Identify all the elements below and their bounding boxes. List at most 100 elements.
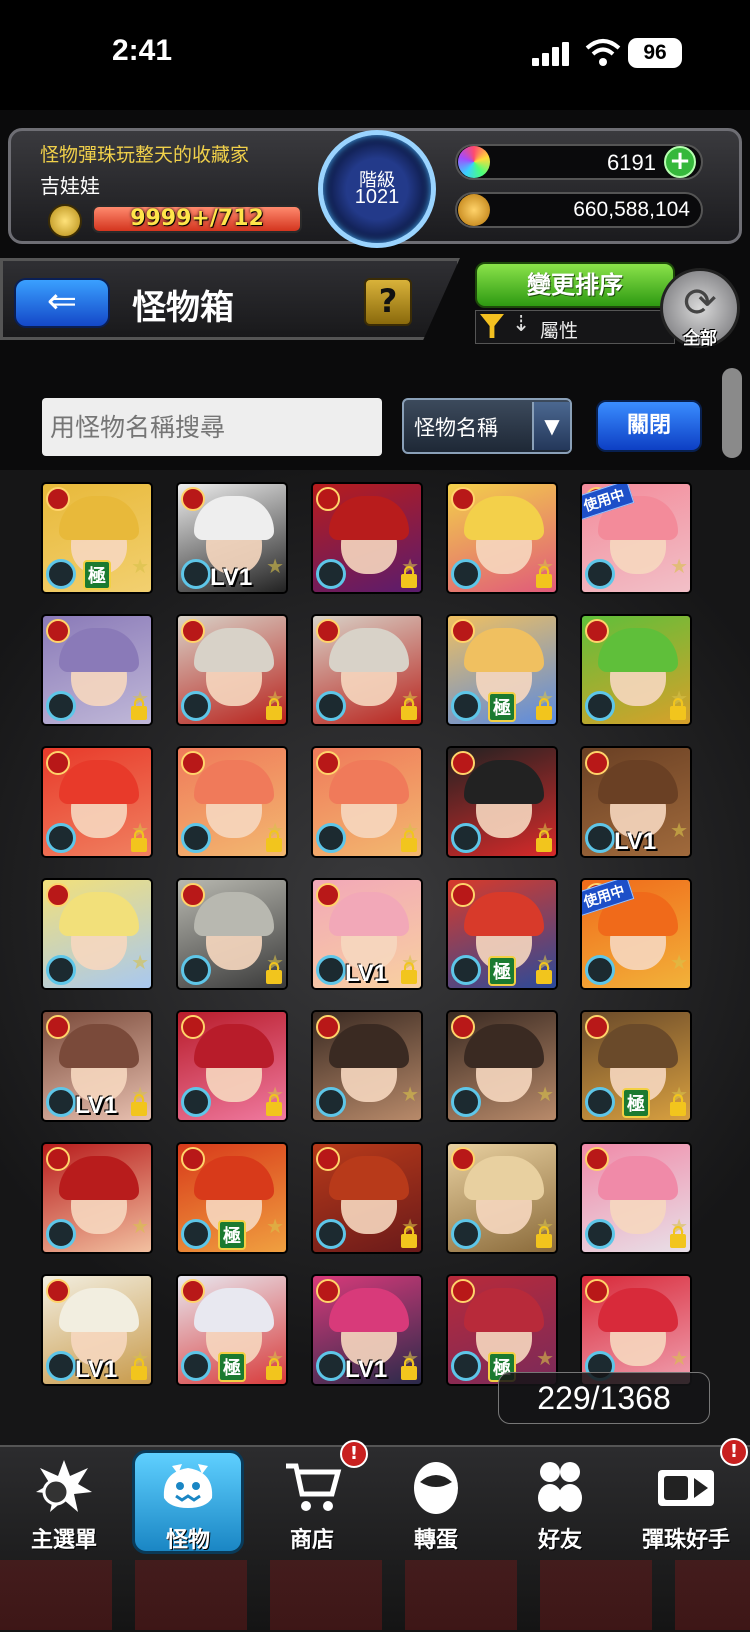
monster-card[interactable]: ★ [446, 746, 558, 858]
fire-element-icon [451, 883, 475, 907]
portrait-hair [329, 892, 409, 936]
buy-orbs-button[interactable]: + [664, 146, 696, 178]
help-button[interactable]: ? [364, 278, 412, 326]
monster-card[interactable]: ★LV1 [311, 1274, 423, 1386]
card-icon [658, 1470, 714, 1506]
nav-shop[interactable]: 商店 ! [252, 1440, 372, 1555]
chevron-down-icon[interactable]: ▼ [532, 402, 570, 450]
nav-label: 怪物 [165, 1528, 210, 1553]
type-icon [451, 1219, 481, 1249]
monster-card[interactable]: ★ [41, 746, 153, 858]
monster-card[interactable]: ★ [41, 1142, 153, 1254]
extreme-badge: 極 [83, 560, 111, 590]
type-icon [585, 955, 615, 985]
monster-card[interactable]: ★ [446, 1142, 558, 1254]
fire-element-icon [585, 1015, 609, 1039]
type-icon [316, 1219, 346, 1249]
portrait-hair [59, 760, 139, 804]
nav-gacha[interactable]: 轉蛋 [376, 1450, 496, 1555]
monster-card[interactable]: ★極 [446, 614, 558, 726]
monster-card[interactable]: ★ 使用中 [580, 878, 692, 990]
monster-card[interactable]: ★ [580, 1274, 692, 1386]
show-all-label: 全部 [683, 329, 717, 349]
portrait-hair [598, 628, 678, 672]
portrait-hair [194, 760, 274, 804]
back-button[interactable]: ⇐ [14, 278, 110, 328]
clock: 2:41 [112, 34, 173, 67]
monster-card[interactable]: ★極 [580, 1010, 692, 1122]
fire-element-icon [181, 1147, 205, 1171]
lock-icon [131, 1358, 147, 1380]
fire-element-icon [46, 883, 70, 907]
monster-card[interactable]: ★LV1 [580, 746, 692, 858]
fire-element-icon [181, 487, 205, 511]
close-search-button[interactable]: 關閉 [596, 400, 702, 452]
type-icon [181, 559, 211, 589]
type-icon [316, 955, 346, 985]
monster-card[interactable]: ★ [41, 878, 153, 990]
type-icon [46, 1219, 76, 1249]
monster-search-input[interactable] [42, 398, 382, 456]
type-icon [46, 955, 76, 985]
extreme-badge: 極 [488, 692, 516, 722]
portrait-hair [194, 1024, 274, 1068]
monster-card[interactable]: ★極 [176, 1274, 288, 1386]
monster-card[interactable]: ★ [41, 614, 153, 726]
monster-card[interactable]: ★LV1 [311, 878, 423, 990]
nav-main-menu[interactable]: 主選單 [4, 1450, 124, 1555]
monster-card[interactable]: ★ [176, 1010, 288, 1122]
lock-icon [401, 698, 417, 720]
type-icon [585, 1087, 615, 1117]
monster-card[interactable]: ★LV1 [176, 482, 288, 594]
scrollbar[interactable] [722, 368, 742, 458]
monster-card[interactable]: ★ [580, 1142, 692, 1254]
monster-card[interactable]: ★ 使用中 [580, 482, 692, 594]
change-sort-button[interactable]: 變更排序 [475, 262, 675, 308]
star-icon: ★ [266, 554, 284, 578]
monster-card[interactable]: ★ [311, 614, 423, 726]
star-icon: ★ [536, 1082, 554, 1106]
nav-friends[interactable]: 好友 [500, 1450, 620, 1555]
monster-card[interactable]: ★ [446, 482, 558, 594]
monster-card[interactable]: ★極 [176, 1142, 288, 1254]
player-name: 吉娃娃 [40, 174, 100, 198]
lock-icon [266, 698, 282, 720]
monster-card[interactable]: ★LV1 [41, 1010, 153, 1122]
nav-strike-pro[interactable]: 彈珠好手 ! [626, 1438, 748, 1555]
monster-card[interactable]: ★LV1 [41, 1274, 153, 1386]
monster-card[interactable]: ★極 [41, 482, 153, 594]
monster-card[interactable]: ★ [446, 1010, 558, 1122]
level-label: LV1 [614, 828, 657, 855]
gold-count: 660,588,104 [573, 198, 690, 221]
sort-attribute-label: 屬性 [540, 320, 579, 342]
monster-card[interactable]: ★ [311, 746, 423, 858]
signal-icon [532, 42, 569, 66]
portrait-hair [194, 892, 274, 936]
fire-element-icon [585, 1279, 609, 1303]
fire-element-icon [451, 1279, 475, 1303]
type-icon [316, 823, 346, 853]
lock-icon [536, 698, 552, 720]
monster-card[interactable]: ★ [311, 1142, 423, 1254]
portrait-hair [464, 496, 544, 540]
monster-card[interactable]: ★ [311, 1010, 423, 1122]
type-icon [316, 559, 346, 589]
monster-card[interactable]: ★ [176, 878, 288, 990]
type-icon [46, 691, 76, 721]
monster-card[interactable]: ★ [311, 482, 423, 594]
lock-icon [670, 1226, 686, 1248]
monster-card[interactable]: ★極 [446, 878, 558, 990]
monster-card[interactable]: ★ [580, 614, 692, 726]
monster-card[interactable]: ★ [176, 746, 288, 858]
type-icon [316, 1351, 346, 1381]
fire-element-icon [181, 751, 205, 775]
nav-monster[interactable]: 怪物 [128, 1450, 248, 1555]
nav-label: 轉蛋 [413, 1528, 458, 1553]
portrait-hair [464, 628, 544, 672]
fire-element-icon [585, 1147, 609, 1171]
lock-icon [401, 566, 417, 588]
monster-card[interactable]: ★極 [446, 1274, 558, 1386]
nav-label: 商店 [289, 1528, 334, 1553]
monster-card[interactable]: ★ [176, 614, 288, 726]
level-label: LV1 [345, 1356, 388, 1383]
